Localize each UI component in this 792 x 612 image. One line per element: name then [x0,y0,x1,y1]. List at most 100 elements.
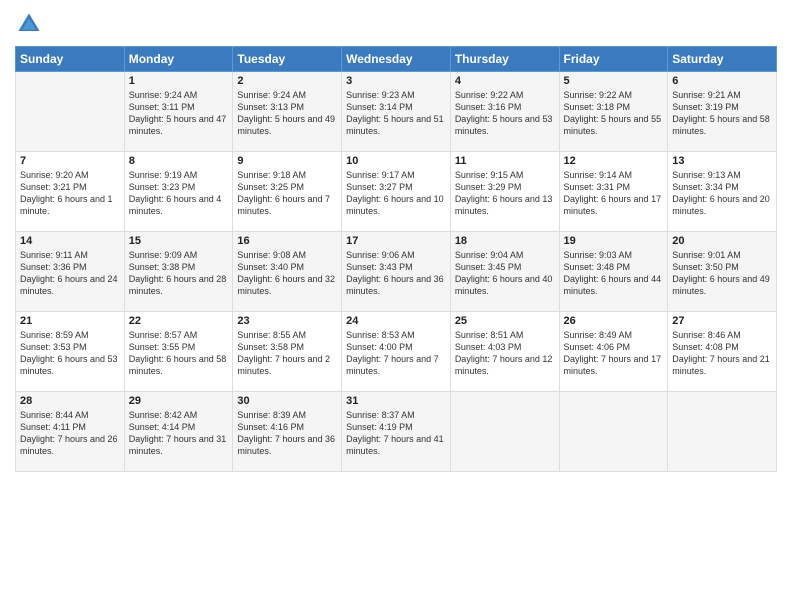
cell-content: Sunrise: 9:19 AMSunset: 3:23 PMDaylight:… [129,169,229,218]
weekday-header: Sunday [16,47,125,72]
calendar-cell [668,392,777,472]
day-number: 11 [455,155,555,167]
day-number: 12 [564,155,664,167]
cell-content: Sunrise: 9:04 AMSunset: 3:45 PMDaylight:… [455,249,555,298]
calendar-header: SundayMondayTuesdayWednesdayThursdayFrid… [16,47,777,72]
cell-content: Sunrise: 9:20 AMSunset: 3:21 PMDaylight:… [20,169,120,218]
calendar-cell: 17 Sunrise: 9:06 AMSunset: 3:43 PMDaylig… [342,232,451,312]
calendar-cell: 13 Sunrise: 9:13 AMSunset: 3:34 PMDaylig… [668,152,777,232]
cell-content: Sunrise: 9:13 AMSunset: 3:34 PMDaylight:… [672,169,772,218]
day-number: 1 [129,75,229,87]
calendar-cell [16,72,125,152]
header [15,10,777,38]
calendar-week-row: 14 Sunrise: 9:11 AMSunset: 3:36 PMDaylig… [16,232,777,312]
cell-content: Sunrise: 9:08 AMSunset: 3:40 PMDaylight:… [237,249,337,298]
day-number: 19 [564,235,664,247]
day-number: 16 [237,235,337,247]
day-number: 7 [20,155,120,167]
calendar-cell: 27 Sunrise: 8:46 AMSunset: 4:08 PMDaylig… [668,312,777,392]
cell-content: Sunrise: 8:37 AMSunset: 4:19 PMDaylight:… [346,409,446,458]
cell-content: Sunrise: 9:22 AMSunset: 3:16 PMDaylight:… [455,89,555,138]
cell-content: Sunrise: 9:24 AMSunset: 3:11 PMDaylight:… [129,89,229,138]
calendar-cell: 21 Sunrise: 8:59 AMSunset: 3:53 PMDaylig… [16,312,125,392]
day-number: 4 [455,75,555,87]
cell-content: Sunrise: 8:49 AMSunset: 4:06 PMDaylight:… [564,329,664,378]
day-number: 8 [129,155,229,167]
cell-content: Sunrise: 9:14 AMSunset: 3:31 PMDaylight:… [564,169,664,218]
weekday-header: Thursday [450,47,559,72]
calendar-cell: 25 Sunrise: 8:51 AMSunset: 4:03 PMDaylig… [450,312,559,392]
calendar-cell: 30 Sunrise: 8:39 AMSunset: 4:16 PMDaylig… [233,392,342,472]
calendar-cell: 26 Sunrise: 8:49 AMSunset: 4:06 PMDaylig… [559,312,668,392]
calendar-cell: 20 Sunrise: 9:01 AMSunset: 3:50 PMDaylig… [668,232,777,312]
day-number: 10 [346,155,446,167]
day-number: 9 [237,155,337,167]
day-number: 30 [237,395,337,407]
day-number: 20 [672,235,772,247]
calendar-cell: 19 Sunrise: 9:03 AMSunset: 3:48 PMDaylig… [559,232,668,312]
calendar-cell: 8 Sunrise: 9:19 AMSunset: 3:23 PMDayligh… [124,152,233,232]
cell-content: Sunrise: 8:42 AMSunset: 4:14 PMDaylight:… [129,409,229,458]
calendar-cell: 29 Sunrise: 8:42 AMSunset: 4:14 PMDaylig… [124,392,233,472]
calendar-cell: 28 Sunrise: 8:44 AMSunset: 4:11 PMDaylig… [16,392,125,472]
weekday-header: Tuesday [233,47,342,72]
logo [15,10,47,38]
day-number: 22 [129,315,229,327]
calendar-cell: 31 Sunrise: 8:37 AMSunset: 4:19 PMDaylig… [342,392,451,472]
calendar-body: 1 Sunrise: 9:24 AMSunset: 3:11 PMDayligh… [16,72,777,472]
calendar-cell: 16 Sunrise: 9:08 AMSunset: 3:40 PMDaylig… [233,232,342,312]
day-number: 5 [564,75,664,87]
header-row: SundayMondayTuesdayWednesdayThursdayFrid… [16,47,777,72]
calendar-table: SundayMondayTuesdayWednesdayThursdayFrid… [15,46,777,472]
cell-content: Sunrise: 9:15 AMSunset: 3:29 PMDaylight:… [455,169,555,218]
day-number: 6 [672,75,772,87]
cell-content: Sunrise: 9:22 AMSunset: 3:18 PMDaylight:… [564,89,664,138]
cell-content: Sunrise: 8:53 AMSunset: 4:00 PMDaylight:… [346,329,446,378]
weekday-header: Wednesday [342,47,451,72]
weekday-header: Monday [124,47,233,72]
page: SundayMondayTuesdayWednesdayThursdayFrid… [0,0,792,612]
calendar-cell: 1 Sunrise: 9:24 AMSunset: 3:11 PMDayligh… [124,72,233,152]
calendar-cell: 18 Sunrise: 9:04 AMSunset: 3:45 PMDaylig… [450,232,559,312]
cell-content: Sunrise: 9:23 AMSunset: 3:14 PMDaylight:… [346,89,446,138]
cell-content: Sunrise: 8:55 AMSunset: 3:58 PMDaylight:… [237,329,337,378]
calendar-cell: 3 Sunrise: 9:23 AMSunset: 3:14 PMDayligh… [342,72,451,152]
cell-content: Sunrise: 9:21 AMSunset: 3:19 PMDaylight:… [672,89,772,138]
calendar-week-row: 7 Sunrise: 9:20 AMSunset: 3:21 PMDayligh… [16,152,777,232]
calendar-cell: 22 Sunrise: 8:57 AMSunset: 3:55 PMDaylig… [124,312,233,392]
calendar-cell: 12 Sunrise: 9:14 AMSunset: 3:31 PMDaylig… [559,152,668,232]
calendar-cell [559,392,668,472]
calendar-cell: 4 Sunrise: 9:22 AMSunset: 3:16 PMDayligh… [450,72,559,152]
cell-content: Sunrise: 8:59 AMSunset: 3:53 PMDaylight:… [20,329,120,378]
weekday-header: Saturday [668,47,777,72]
cell-content: Sunrise: 8:46 AMSunset: 4:08 PMDaylight:… [672,329,772,378]
day-number: 27 [672,315,772,327]
calendar-cell: 5 Sunrise: 9:22 AMSunset: 3:18 PMDayligh… [559,72,668,152]
calendar-week-row: 21 Sunrise: 8:59 AMSunset: 3:53 PMDaylig… [16,312,777,392]
day-number: 15 [129,235,229,247]
cell-content: Sunrise: 8:57 AMSunset: 3:55 PMDaylight:… [129,329,229,378]
cell-content: Sunrise: 9:06 AMSunset: 3:43 PMDaylight:… [346,249,446,298]
calendar-week-row: 28 Sunrise: 8:44 AMSunset: 4:11 PMDaylig… [16,392,777,472]
day-number: 3 [346,75,446,87]
calendar-week-row: 1 Sunrise: 9:24 AMSunset: 3:11 PMDayligh… [16,72,777,152]
calendar-cell: 23 Sunrise: 8:55 AMSunset: 3:58 PMDaylig… [233,312,342,392]
cell-content: Sunrise: 9:17 AMSunset: 3:27 PMDaylight:… [346,169,446,218]
cell-content: Sunrise: 9:11 AMSunset: 3:36 PMDaylight:… [20,249,120,298]
calendar-cell [450,392,559,472]
calendar-cell: 7 Sunrise: 9:20 AMSunset: 3:21 PMDayligh… [16,152,125,232]
day-number: 18 [455,235,555,247]
day-number: 31 [346,395,446,407]
day-number: 24 [346,315,446,327]
day-number: 21 [20,315,120,327]
cell-content: Sunrise: 8:39 AMSunset: 4:16 PMDaylight:… [237,409,337,458]
logo-icon [15,10,43,38]
cell-content: Sunrise: 9:24 AMSunset: 3:13 PMDaylight:… [237,89,337,138]
day-number: 28 [20,395,120,407]
calendar-cell: 9 Sunrise: 9:18 AMSunset: 3:25 PMDayligh… [233,152,342,232]
calendar-cell: 6 Sunrise: 9:21 AMSunset: 3:19 PMDayligh… [668,72,777,152]
day-number: 26 [564,315,664,327]
cell-content: Sunrise: 9:01 AMSunset: 3:50 PMDaylight:… [672,249,772,298]
day-number: 14 [20,235,120,247]
cell-content: Sunrise: 8:44 AMSunset: 4:11 PMDaylight:… [20,409,120,458]
